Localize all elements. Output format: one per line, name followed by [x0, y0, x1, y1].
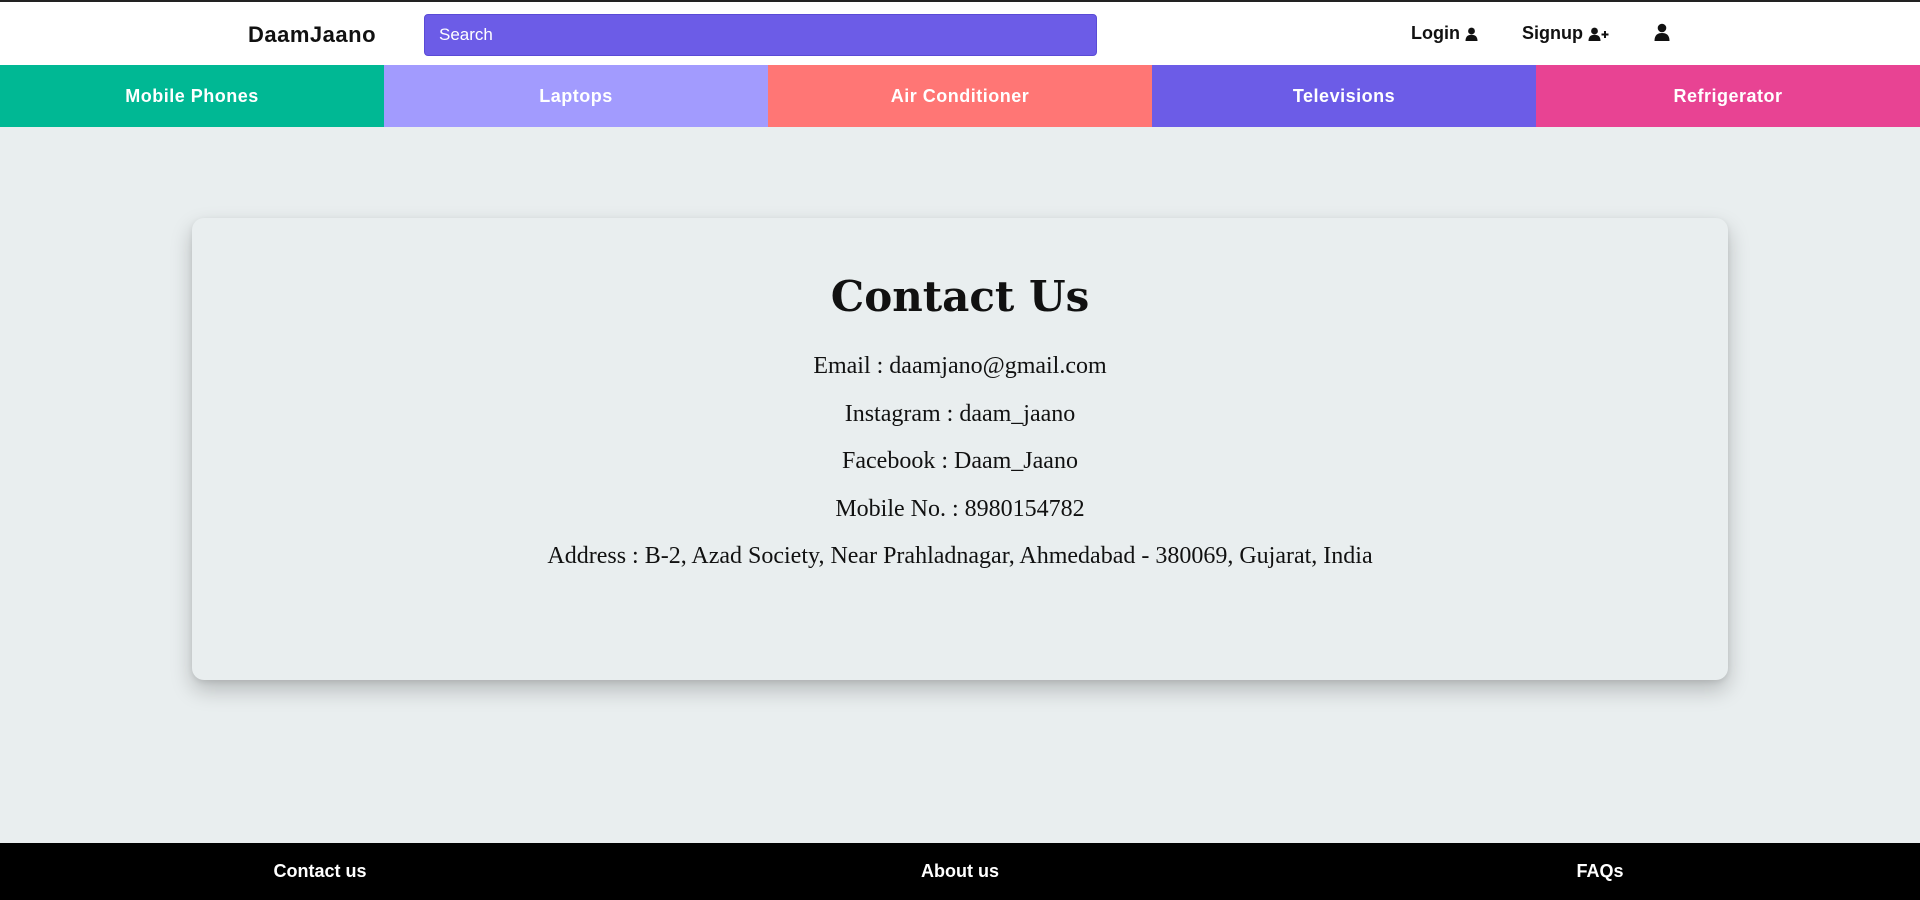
- category-bar: Mobile Phones Laptops Air Conditioner Te…: [0, 65, 1920, 127]
- category-air-conditioner[interactable]: Air Conditioner: [768, 65, 1152, 127]
- contact-email: Email : daamjano@gmail.com: [813, 353, 1107, 379]
- signup-link[interactable]: Signup: [1522, 23, 1609, 44]
- account-icon[interactable]: [1654, 23, 1670, 46]
- brand-logo[interactable]: DaamJaano: [248, 22, 376, 48]
- user-icon: [1465, 27, 1478, 41]
- category-label: Televisions: [1292, 85, 1396, 106]
- user-plus-icon: [1588, 27, 1609, 41]
- footer-about-us-link[interactable]: About us: [640, 843, 1280, 900]
- search-input[interactable]: [424, 14, 1097, 56]
- contact-facebook: Facebook : Daam_Jaano: [842, 448, 1078, 474]
- category-label: Mobile Phones: [125, 85, 259, 106]
- footer: Contact us About us FAQs: [0, 843, 1920, 900]
- category-laptops[interactable]: Laptops: [384, 65, 768, 127]
- footer-contact-us-link[interactable]: Contact us: [0, 843, 640, 900]
- contact-card: Contact Us Email : daamjano@gmail.com In…: [192, 218, 1728, 680]
- category-label: Laptops: [539, 85, 613, 106]
- category-mobile-phones[interactable]: Mobile Phones: [0, 65, 384, 127]
- page-title: Contact Us: [830, 272, 1090, 321]
- category-televisions[interactable]: Televisions: [1152, 65, 1536, 127]
- login-link[interactable]: Login: [1411, 23, 1478, 44]
- category-label: Air Conditioner: [890, 85, 1030, 106]
- footer-faqs-link[interactable]: FAQs: [1280, 843, 1920, 900]
- page: DaamJaano Login Signup: [0, 0, 1920, 900]
- category-refrigerator[interactable]: Refrigerator: [1536, 65, 1920, 127]
- top-navbar: DaamJaano Login Signup: [0, 0, 1920, 65]
- signup-label: Signup: [1522, 23, 1583, 43]
- contact-info: Email : daamjano@gmail.com Instagram : d…: [192, 343, 1728, 581]
- contact-mobile: Mobile No. : 8980154782: [835, 495, 1085, 522]
- category-label: Refrigerator: [1673, 85, 1783, 106]
- contact-address: Address : B-2, Azad Society, Near Prahla…: [547, 543, 1373, 569]
- login-label: Login: [1411, 23, 1460, 43]
- contact-instagram: Instagram : daam_jaano: [844, 400, 1076, 427]
